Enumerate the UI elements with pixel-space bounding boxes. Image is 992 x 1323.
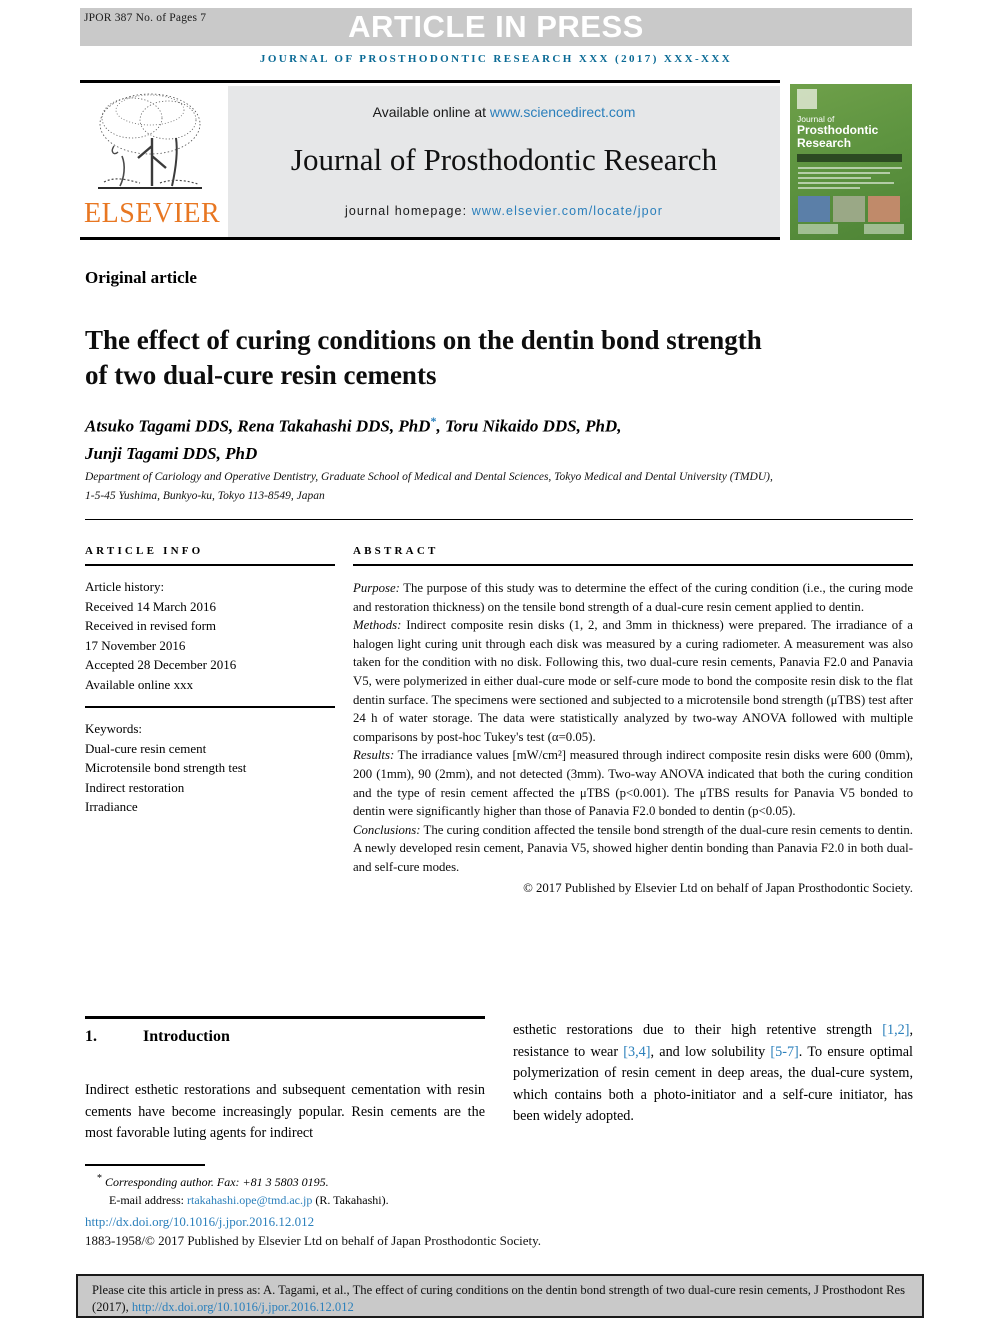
abstract-conclusions-label: Conclusions: [353,822,421,837]
body-section-rule [85,1016,485,1019]
cover-elsevier-icon [797,89,817,109]
authors-line-1-tail: , Toru Nikaido DDS, PhD, [436,416,622,436]
cover-society-bar [797,154,902,162]
citation-notice-box: Please cite this article in press as: A.… [76,1274,924,1318]
section-number: 1. [85,1028,97,1045]
abstract-purpose-text: The purpose of this study was to determi… [353,581,913,614]
footnote-star-icon: * [97,1173,102,1184]
masthead-top-rule [80,80,780,83]
abstract-heading: ABSTRACT [353,545,439,557]
abstract-results-label: Results: [353,748,395,763]
elsevier-logo: ELSEVIER [84,86,221,236]
abstract-conclusions-text: The curing condition affected the tensil… [353,822,913,874]
article-history-label: Article history: [85,579,165,594]
cover-line3-text: Research [797,136,852,150]
intro-text-part1: esthetic restorations due to their high … [513,1022,883,1038]
article-history-block: Article history: Received 14 March 2016 … [85,577,335,694]
citation-doi-link[interactable]: http://dx.doi.org/10.1016/j.jpor.2016.12… [132,1300,354,1314]
homepage-prefix: journal homepage: [344,204,472,218]
available-online-prefix: Available online at [372,104,490,120]
author-affiliation: Department of Cariology and Operative De… [85,471,773,502]
footnote-rule [85,1164,205,1166]
history-item: Accepted 28 December 2016 [85,657,237,672]
abstract-methods-label: Methods: [353,618,402,633]
cover-images-strip [798,196,900,222]
cover-line2-text: Prosthodontic [797,123,879,137]
authors-line-2: Junji Tagami DDS, PhD [85,443,258,463]
keyword-item: Irradiance [85,799,138,814]
cover-contents-lines [798,167,902,192]
corresponding-author-text: Corresponding author. Fax: +81 3 5803 01… [105,1175,329,1189]
introduction-right-column: esthetic restorations due to their high … [513,1020,913,1128]
article-info-rule [85,564,335,566]
authors-line-1: Atsuko Tagami DDS, Rena Takahashi DDS, P… [85,416,431,436]
article-info-heading: ARTICLE INFO [85,545,204,557]
keywords-block: Keywords: Dual-cure resin cement Microte… [85,719,335,817]
section-title: Introduction [143,1028,230,1045]
history-item: Available online xxx [85,676,194,692]
introduction-left-column: Indirect esthetic restorations and subse… [85,1082,485,1141]
abstract-methods: Methods: Indirect composite resin disks … [353,616,913,746]
abstract-results-text: The irradiance values [mW/cm²] measured … [353,748,913,819]
issn-copyright-line: 1883-1958/© 2017 Published by Elsevier L… [85,1233,542,1248]
keywords-divider [85,706,335,708]
abstract-body: Purpose: The purpose of this study was t… [353,579,913,897]
email-label: E-mail address: [109,1192,187,1207]
journal-title: Journal of Prosthodontic Research [290,142,718,177]
email-link[interactable]: rtakahashi.ope@tmd.ac.jp [187,1193,312,1207]
keyword-item: Microtensile bond strength test [85,760,247,775]
elsevier-wordmark: ELSEVIER [84,198,221,229]
keywords-label: Keywords: [85,721,143,736]
doi-link[interactable]: http://dx.doi.org/10.1016/j.jpor.2016.12… [85,1214,314,1230]
email-note: E-mail address: rtakahashi.ope@tmd.ac.jp… [85,1192,645,1210]
abstract-copyright: © 2017 Published by Elsevier Ltd on beha… [523,880,913,895]
corresponding-author-note: * Corresponding author. Fax: +81 3 5803 … [85,1170,645,1192]
article-type-label: Original article [85,268,197,287]
header-divider [85,519,913,520]
citation-ref-2[interactable]: [3,4] [623,1044,650,1060]
citation-ref-1[interactable]: [1,2] [882,1022,909,1038]
cover-line2: Prosthodontic Research [797,124,878,150]
journal-cover-thumbnail: Journal of Prosthodontic Research [790,84,912,240]
history-item: Received in revised form [85,618,217,633]
cover-footer-bars [798,224,904,234]
available-online-line: Available online at www.sciencedirect.co… [228,104,780,120]
journal-homepage-line: journal homepage: www.elsevier.com/locat… [228,204,780,218]
abstract-column: ABSTRACT Purpose: The purpose of this st… [353,545,913,897]
history-item: Received 14 March 2016 [85,598,217,614]
elsevier-tree-icon [98,93,202,189]
keyword-item: Indirect restoration [85,779,185,795]
journal-homepage-link[interactable]: www.elsevier.com/locate/jpor [472,204,663,218]
article-info-column: ARTICLE INFO Article history: Received 1… [85,545,335,817]
journal-running-head: JOURNAL OF PROSTHODONTIC RESEARCH XXX (2… [259,53,733,65]
author-list: Atsuko Tagami DDS, Rena Takahashi DDS, P… [85,408,845,467]
journal-masthead-panel: Available online at www.sciencedirect.co… [228,86,780,237]
intro-text-part3: , and low solubility [650,1043,771,1060]
abstract-results: Results: The irradiance values [mW/cm²] … [353,746,913,820]
abstract-methods-text: Indirect composite resin disks (1, 2, an… [353,618,913,744]
page-title: The effect of curing conditions on the d… [85,325,762,391]
manuscript-code: JPOR 387 No. of Pages 7 [84,12,207,24]
email-suffix: (R. Takahashi). [312,1192,389,1207]
keyword-item: Dual-cure resin cement [85,740,207,756]
citation-ref-3[interactable]: [5-7] [770,1044,798,1060]
history-item: 17 November 2016 [85,637,186,653]
abstract-purpose: Purpose: The purpose of this study was t… [353,579,913,616]
footnote-block: * Corresponding author. Fax: +81 3 5803 … [85,1170,645,1209]
abstract-conclusions: Conclusions: The curing condition affect… [353,821,913,877]
abstract-rule [353,564,913,566]
sciencedirect-link[interactable]: www.sciencedirect.com [490,104,636,120]
section-heading-introduction: 1. Introduction [85,1028,230,1046]
abstract-purpose-label: Purpose: [353,581,400,595]
masthead-bottom-rule [80,237,780,240]
